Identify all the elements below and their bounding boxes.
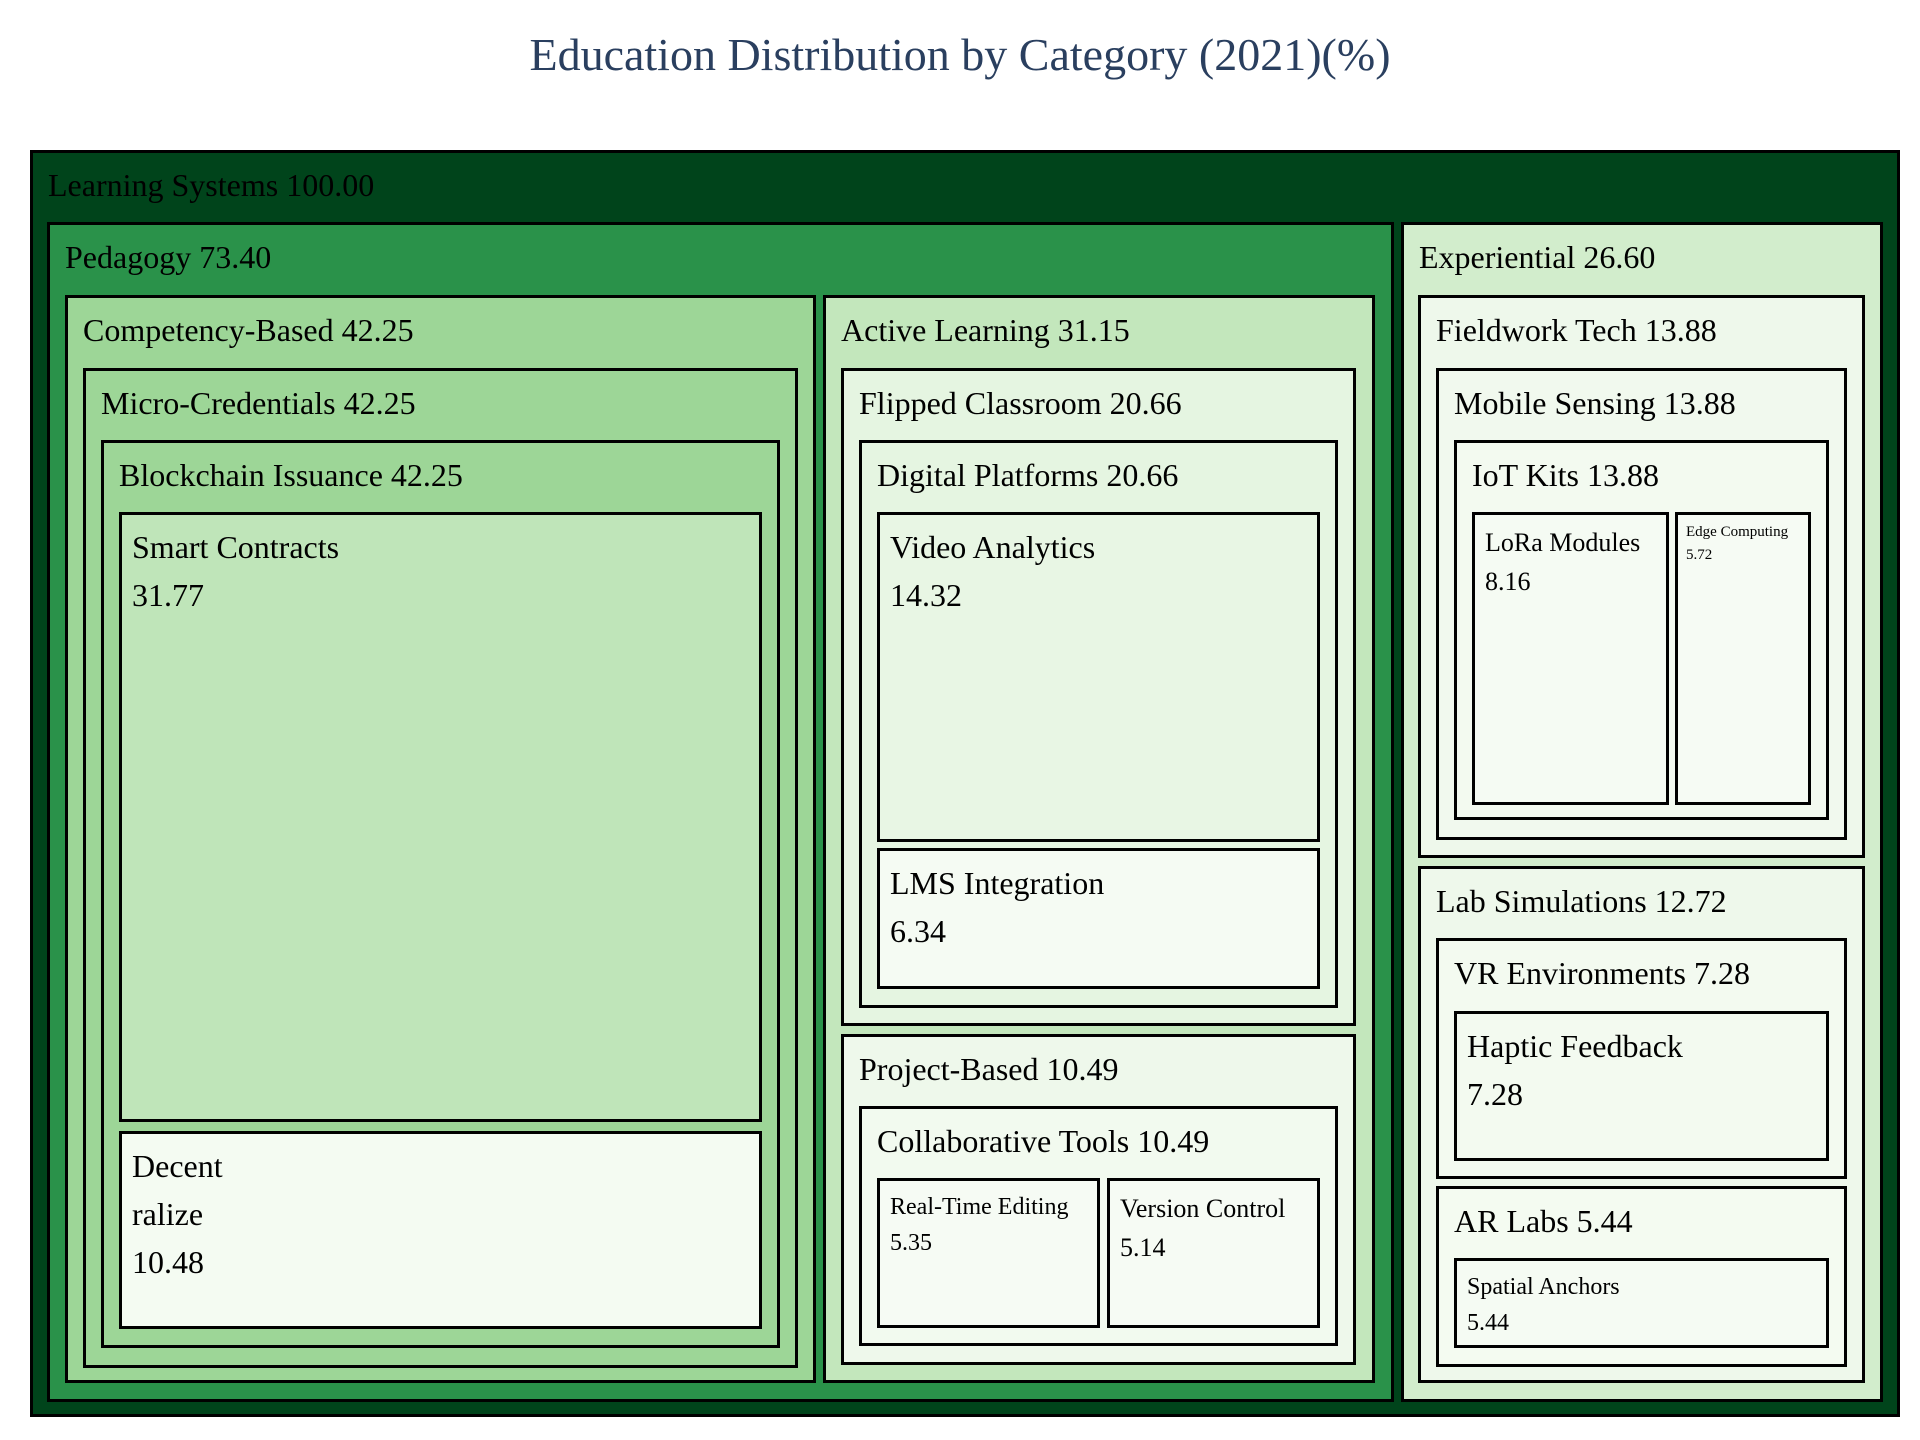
treemap-node-edge-computing: Edge Computing 5.72 bbox=[1675, 512, 1811, 805]
treemap-value-experiential: 26.60 bbox=[1583, 239, 1656, 275]
treemap-name-flipped-classroom: Flipped Classroom bbox=[859, 385, 1102, 421]
treemap-value-video-analytics: 14.32 bbox=[890, 577, 962, 613]
treemap-name-vr-environments: VR Environments bbox=[1454, 955, 1686, 991]
treemap-value-real-time-editing: 5.35 bbox=[890, 1230, 932, 1256]
treemap-value-fieldwork-tech: 13.88 bbox=[1644, 312, 1717, 348]
treemap-label-iot-kits: IoT Kits 13.88 bbox=[1472, 451, 1659, 499]
treemap-label-pedagogy: Pedagogy 73.40 bbox=[65, 233, 271, 281]
treemap-value-vr-environments: 7.28 bbox=[1693, 955, 1750, 991]
treemap-name-version-control: Version Control bbox=[1120, 1194, 1286, 1223]
treemap-name-competency-based: Competency-Based bbox=[83, 312, 334, 348]
treemap-label-vr-environments: VR Environments 7.28 bbox=[1454, 949, 1750, 997]
treemap-value-decentralize: 10.48 bbox=[132, 1244, 204, 1280]
treemap-node-video-analytics: Video Analytics 14.32 bbox=[877, 512, 1320, 842]
treemap-value-blockchain-issuance: 42.25 bbox=[390, 457, 463, 493]
treemap-label-mobile-sensing: Mobile Sensing 13.88 bbox=[1454, 379, 1736, 427]
treemap-label-spatial-anchors: Spatial Anchors 5.44 bbox=[1467, 1269, 1620, 1341]
treemap-label-learning-systems: Learning Systems 100.00 bbox=[48, 161, 374, 209]
treemap-label-project-based: Project-Based 10.49 bbox=[859, 1045, 1119, 1093]
treemap-name-project-based: Project-Based bbox=[859, 1051, 1039, 1087]
treemap-value-ar-labs: 5.44 bbox=[1576, 1203, 1633, 1239]
treemap-name-collaborative-tools: Collaborative Tools bbox=[877, 1123, 1130, 1159]
treemap-value-project-based: 10.49 bbox=[1046, 1051, 1119, 1087]
treemap-value-flipped-classroom: 20.66 bbox=[1109, 385, 1182, 421]
treemap-node-version-control: Version Control 5.14 bbox=[1107, 1178, 1320, 1328]
treemap-label-smart-contracts: Smart Contracts 31.77 bbox=[132, 523, 339, 619]
treemap-label-collaborative-tools: Collaborative Tools 10.49 bbox=[877, 1117, 1209, 1165]
treemap-name-video-analytics: Video Analytics bbox=[890, 529, 1096, 565]
treemap-label-video-analytics: Video Analytics 14.32 bbox=[890, 523, 1095, 619]
treemap-name-real-time-editing: Real-Time Editing bbox=[890, 1194, 1069, 1220]
treemap-value-edge-computing: 5.72 bbox=[1686, 546, 1713, 563]
treemap-value-mobile-sensing: 13.88 bbox=[1663, 385, 1736, 421]
treemap-name-lms-integration: LMS Integration bbox=[890, 865, 1105, 901]
treemap-value-lora-modules: 8.16 bbox=[1485, 567, 1531, 596]
treemap-label-lms-integration: LMS Integration 6.34 bbox=[890, 859, 1104, 955]
treemap-value-lab-simulations: 12.72 bbox=[1654, 883, 1727, 919]
treemap-label-edge-computing: Edge Computing 5.72 bbox=[1686, 521, 1788, 566]
treemap-value-spatial-anchors: 5.44 bbox=[1467, 1310, 1509, 1336]
treemap-label-active-learning: Active Learning 31.15 bbox=[841, 306, 1130, 354]
treemap-name-experiential: Experiential bbox=[1419, 239, 1576, 275]
treemap-label-competency-based: Competency-Based 42.25 bbox=[83, 306, 414, 354]
treemap-node-smart-contracts: Smart Contracts 31.77 bbox=[119, 512, 762, 1122]
treemap-name-active-learning: Active Learning bbox=[841, 312, 1050, 348]
treemap-node-lora-modules: LoRa Modules 8.16 bbox=[1472, 512, 1669, 805]
treemap-value-iot-kits: 13.88 bbox=[1586, 457, 1659, 493]
treemap-label-lab-simulations: Lab Simulations 12.72 bbox=[1436, 877, 1727, 925]
treemap-value-active-learning: 31.15 bbox=[1057, 312, 1130, 348]
treemap-name-learning-systems: Learning Systems bbox=[48, 167, 279, 203]
treemap-label-experiential: Experiential 26.60 bbox=[1419, 233, 1655, 281]
treemap-label-micro-credentials: Micro-Credentials 42.25 bbox=[101, 379, 416, 427]
treemap-label-fieldwork-tech: Fieldwork Tech 13.88 bbox=[1436, 306, 1717, 354]
treemap-value-collaborative-tools: 10.49 bbox=[1137, 1123, 1210, 1159]
treemap-name-decentralize: Decent ralize bbox=[132, 1148, 223, 1232]
treemap-value-pedagogy: 73.40 bbox=[199, 239, 272, 275]
treemap-value-haptic-feedback: 7.28 bbox=[1467, 1076, 1523, 1112]
treemap-name-blockchain-issuance: Blockchain Issuance bbox=[119, 457, 383, 493]
treemap-label-lora-modules: LoRa Modules 8.16 bbox=[1485, 523, 1640, 601]
treemap-name-fieldwork-tech: Fieldwork Tech bbox=[1436, 312, 1637, 348]
treemap-value-version-control: 5.14 bbox=[1120, 1233, 1166, 1262]
treemap-name-micro-credentials: Micro-Credentials bbox=[101, 385, 336, 421]
treemap-name-ar-labs: AR Labs bbox=[1454, 1203, 1569, 1239]
treemap-value-micro-credentials: 42.25 bbox=[343, 385, 416, 421]
treemap-name-digital-platforms: Digital Platforms bbox=[877, 457, 1099, 493]
treemap-value-competency-based: 42.25 bbox=[341, 312, 414, 348]
treemap-name-lora-modules: LoRa Modules bbox=[1485, 528, 1641, 557]
treemap-label-real-time-editing: Real-Time Editing 5.35 bbox=[890, 1189, 1068, 1261]
treemap-name-haptic-feedback: Haptic Feedback bbox=[1467, 1028, 1683, 1064]
treemap-label-blockchain-issuance: Blockchain Issuance 42.25 bbox=[119, 451, 463, 499]
treemap-name-mobile-sensing: Mobile Sensing bbox=[1454, 385, 1656, 421]
treemap-node-spatial-anchors: Spatial Anchors 5.44 bbox=[1454, 1258, 1829, 1348]
treemap-name-edge-computing: Edge Computing bbox=[1686, 524, 1789, 540]
treemap-node-decentralize: Decent ralize 10.48 bbox=[119, 1131, 762, 1329]
treemap-name-spatial-anchors: Spatial Anchors bbox=[1467, 1274, 1620, 1300]
treemap-value-digital-platforms: 20.66 bbox=[1106, 457, 1179, 493]
treemap-label-flipped-classroom: Flipped Classroom 20.66 bbox=[859, 379, 1182, 427]
treemap-label-ar-labs: AR Labs 5.44 bbox=[1454, 1197, 1633, 1245]
treemap-value-smart-contracts: 31.77 bbox=[132, 577, 204, 613]
treemap-node-real-time-editing: Real-Time Editing 5.35 bbox=[877, 1178, 1100, 1328]
treemap-label-digital-platforms: Digital Platforms 20.66 bbox=[877, 451, 1178, 499]
treemap-label-decentralize: Decent ralize 10.48 bbox=[132, 1142, 223, 1286]
treemap-value-learning-systems: 100.00 bbox=[286, 167, 375, 203]
treemap: Learning Systems 100.00 Pedagogy 73.40 Com… bbox=[0, 0, 1920, 1440]
treemap-node-lms-integration: LMS Integration 6.34 bbox=[877, 848, 1320, 989]
treemap-name-iot-kits: IoT Kits bbox=[1472, 457, 1579, 493]
treemap-name-pedagogy: Pedagogy bbox=[65, 239, 192, 275]
treemap-name-smart-contracts: Smart Contracts bbox=[132, 529, 340, 565]
treemap-name-lab-simulations: Lab Simulations bbox=[1436, 883, 1647, 919]
treemap-value-lms-integration: 6.34 bbox=[890, 913, 946, 949]
treemap-node-haptic-feedback: Haptic Feedback 7.28 bbox=[1454, 1011, 1829, 1161]
treemap-label-version-control: Version Control 5.14 bbox=[1120, 1189, 1285, 1267]
treemap-label-haptic-feedback: Haptic Feedback 7.28 bbox=[1467, 1022, 1683, 1118]
